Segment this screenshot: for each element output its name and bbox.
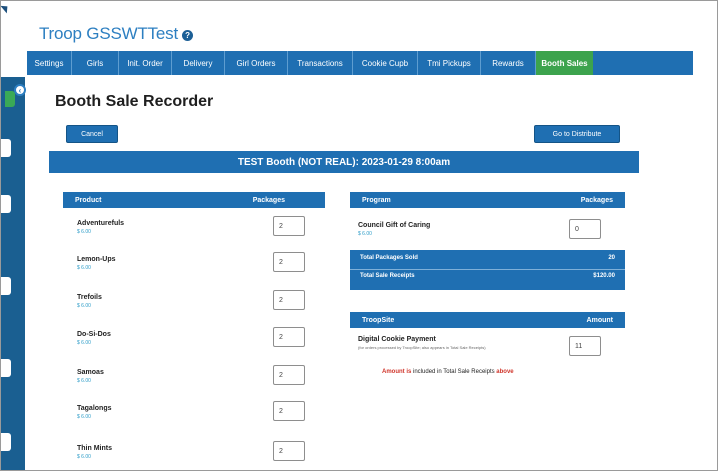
product-row: Do-Si-Dos $ 6.00 2 xyxy=(75,327,325,359)
program-table-header: Program Packages xyxy=(350,192,625,208)
tab-delivery[interactable]: Delivery xyxy=(172,51,225,75)
package-quantity-input[interactable]: 2 xyxy=(273,252,305,272)
tab-rewards[interactable]: Rewards xyxy=(481,51,536,75)
digital-cookie-amount-input[interactable]: 11 xyxy=(569,336,601,356)
troopsite-table-header: TroopSite Amount xyxy=(350,312,625,328)
package-quantity-input[interactable]: 2 xyxy=(273,327,305,347)
product-name: Adventurefuls xyxy=(77,220,125,227)
package-quantity-input[interactable]: 2 xyxy=(273,216,305,236)
product-name: Samoas xyxy=(77,369,104,376)
tab-transactions[interactable]: Transactions xyxy=(288,51,353,75)
package-quantity-input[interactable]: 2 xyxy=(273,290,305,310)
side-green-tab[interactable] xyxy=(5,91,15,107)
side-tab[interactable] xyxy=(1,139,11,157)
product-name: Do-Si-Dos xyxy=(77,331,111,338)
product-table-header: Product Packages xyxy=(63,192,325,208)
product-row: Tagalongs $ 6.00 2 xyxy=(75,401,325,433)
note-part-a: Amount is xyxy=(382,369,412,375)
package-quantity-input[interactable]: 2 xyxy=(273,365,305,385)
program-column-header: Program xyxy=(362,196,391,204)
product-row: Thin Mints $ 6.00 2 xyxy=(75,441,325,470)
tab-girls[interactable]: Girls xyxy=(72,51,119,75)
tab-booth-sales[interactable]: Booth Sales xyxy=(536,51,593,75)
troopsite-column-header: TroopSite xyxy=(362,316,395,324)
nav-filler xyxy=(593,51,693,75)
collapse-chevron-icon[interactable]: ‹ xyxy=(14,84,26,96)
side-tab[interactable] xyxy=(1,359,11,377)
amount-included-note: Amount is included in Total Sale Receipt… xyxy=(382,369,514,375)
total-packages-line: Total Packages Sold 20 xyxy=(360,255,615,261)
total-packages-label: Total Packages Sold xyxy=(360,255,418,261)
product-price: $ 6.00 xyxy=(77,340,91,346)
app-window: Troop GSSWTTest ? Settings Girls Init. O… xyxy=(0,0,718,471)
program-packages-column-header: Packages xyxy=(580,196,613,204)
go-to-distribute-button[interactable]: Go to Distribute xyxy=(534,125,620,143)
product-row: Trefoils $ 6.00 2 xyxy=(75,290,325,322)
digital-cookie-note: (for orders processed by TroopSite; also… xyxy=(358,345,486,350)
side-tab[interactable] xyxy=(1,195,11,213)
product-price: $ 6.00 xyxy=(77,378,91,384)
product-row: Lemon-Ups $ 6.00 2 xyxy=(75,252,325,284)
product-price: $ 6.00 xyxy=(77,229,91,235)
page-title: Booth Sale Recorder xyxy=(55,93,214,110)
tab-girl-orders[interactable]: Girl Orders xyxy=(225,51,288,75)
note-part-c: above xyxy=(496,369,514,375)
program-quantity-input[interactable]: 0 xyxy=(569,219,601,239)
package-quantity-input[interactable]: 2 xyxy=(273,441,305,461)
tab-settings[interactable]: Settings xyxy=(27,51,72,75)
tab-init-order[interactable]: Init. Order xyxy=(119,51,172,75)
side-panel xyxy=(1,77,25,470)
mouse-cursor-icon xyxy=(1,2,11,14)
side-tab[interactable] xyxy=(1,277,11,295)
package-quantity-input[interactable]: 2 xyxy=(273,401,305,421)
totals-box: Total Packages Sold 20 Total Sale Receip… xyxy=(350,250,625,290)
totals-divider xyxy=(350,269,625,270)
digital-cookie-row: Digital Cookie Payment (for orders proce… xyxy=(350,332,625,364)
product-row: Samoas $ 6.00 2 xyxy=(75,365,325,397)
program-price: $ 6.00 xyxy=(358,231,372,237)
amount-column-header: Amount xyxy=(586,316,613,324)
side-tab[interactable] xyxy=(1,433,11,451)
product-price: $ 6.00 xyxy=(77,265,91,271)
total-packages-value: 20 xyxy=(608,255,615,261)
product-price: $ 6.00 xyxy=(77,303,91,309)
note-part-b: included in Total Sale Receipts xyxy=(413,369,495,375)
cancel-button[interactable]: Cancel xyxy=(66,125,118,143)
product-name: Trefoils xyxy=(77,294,102,301)
troop-header: Troop GSSWTTest ? xyxy=(39,23,194,45)
product-row: Adventurefuls $ 6.00 2 xyxy=(75,216,325,248)
digital-cookie-label: Digital Cookie Payment xyxy=(358,336,436,343)
program-name: Council Gift of Caring xyxy=(358,222,431,229)
troop-title: Troop GSSWTTest xyxy=(39,24,179,43)
product-price: $ 6.00 xyxy=(77,454,91,460)
product-name: Tagalongs xyxy=(77,405,112,412)
booth-banner: TEST Booth (NOT REAL): 2023-01-29 8:00am xyxy=(49,151,639,173)
product-name: Thin Mints xyxy=(77,445,112,452)
packages-column-header: Packages xyxy=(252,196,285,204)
program-row: Council Gift of Caring $ 6.00 0 xyxy=(350,212,625,244)
product-price: $ 6.00 xyxy=(77,414,91,420)
tab-pickups[interactable]: Tmi Pickups xyxy=(418,51,481,75)
total-receipts-value: $120.00 xyxy=(593,273,615,279)
total-receipts-label: Total Sale Receipts xyxy=(360,273,415,279)
product-column-header: Product xyxy=(75,196,102,204)
info-icon[interactable]: ? xyxy=(182,30,194,41)
product-name: Lemon-Ups xyxy=(77,256,116,263)
tab-cookie-cupboard[interactable]: Cookie Cupb xyxy=(353,51,418,75)
total-receipts-line: Total Sale Receipts $120.00 xyxy=(360,273,615,279)
main-nav: Settings Girls Init. Order Delivery Girl… xyxy=(27,51,693,75)
